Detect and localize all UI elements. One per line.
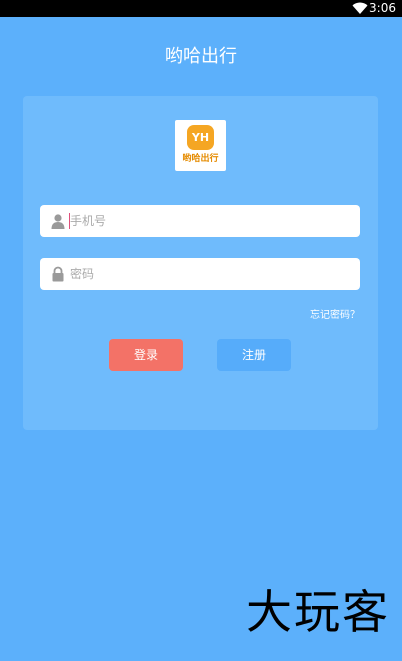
login-button[interactable]: 登录 [109,339,183,371]
user-icon [51,214,65,229]
password-field[interactable] [40,258,360,290]
watermark: 大玩客 [246,585,390,639]
page-title: 哟哈出行 [165,46,237,67]
register-button[interactable]: 注册 [217,339,291,371]
login-card: YH 哟哈出行 忘记密码？ 登录 注册 [23,96,378,430]
password-input[interactable] [70,258,350,290]
lock-icon [52,266,64,282]
phone-input[interactable] [70,205,350,237]
status-bar: 3:06 [0,0,402,17]
status-time: 3:06 [369,1,396,15]
logo-text: 哟哈出行 [182,154,219,164]
logo-badge: YH [187,125,214,150]
app-logo: YH 哟哈出行 [175,120,226,171]
phone-field[interactable] [40,205,360,237]
forgot-password-link[interactable]: 忘记密码？ [310,309,360,323]
wifi-icon [352,2,368,14]
